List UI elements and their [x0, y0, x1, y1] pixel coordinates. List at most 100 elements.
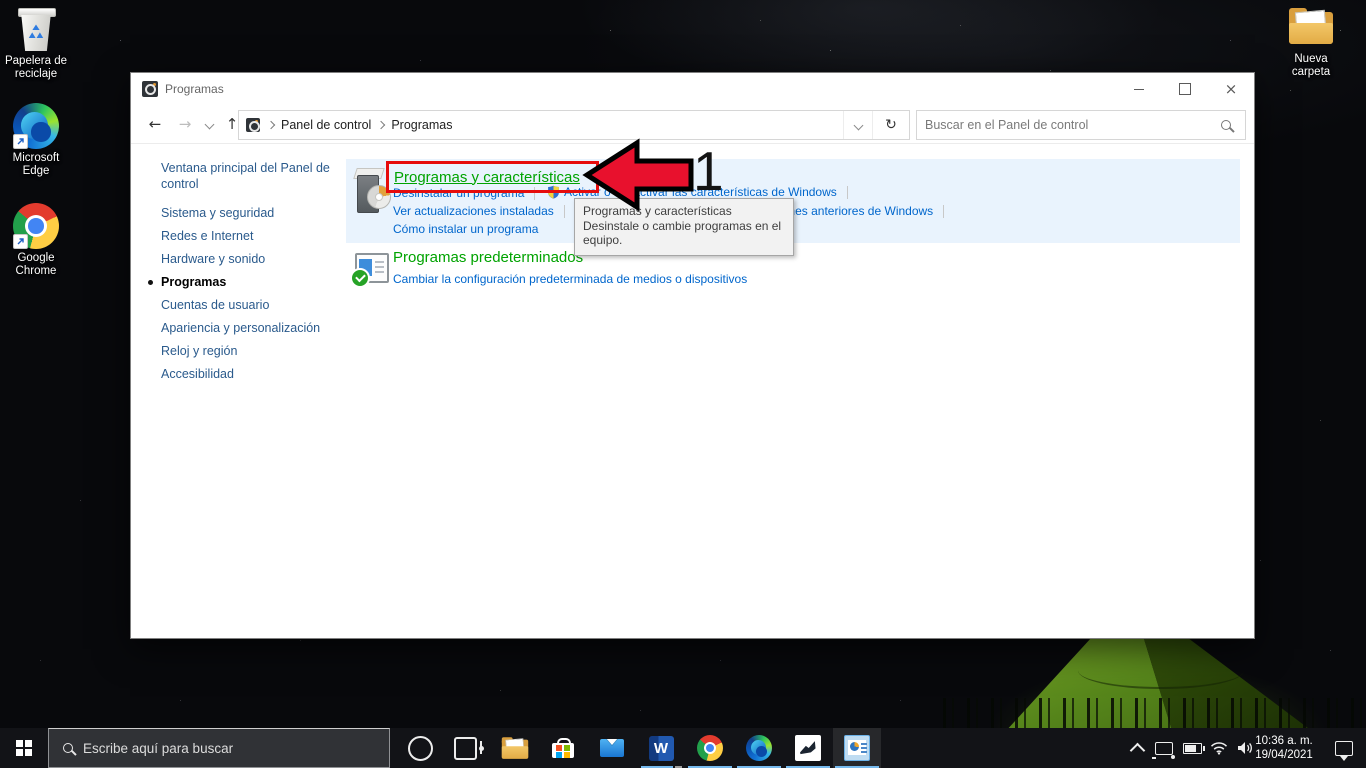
- minimize-icon: [1134, 88, 1144, 90]
- control-panel-search-input[interactable]: [917, 118, 1221, 132]
- back-button[interactable]: ←: [141, 110, 169, 138]
- file-explorer-icon: [501, 736, 529, 760]
- desktop-icon-label: Papelera de reciclaje: [4, 55, 68, 80]
- window-title: Programas: [165, 82, 224, 96]
- taskbar-icon-file-explorer[interactable]: [491, 728, 539, 768]
- tray-expand-button[interactable]: [1124, 728, 1150, 768]
- folder-icon: [1288, 6, 1334, 50]
- search-icon: [1221, 120, 1231, 130]
- clock-time: 10:36 a. m.: [1255, 735, 1313, 747]
- search-icon: [63, 743, 73, 753]
- annotation-arrow: [582, 138, 694, 211]
- cortana-button[interactable]: [398, 728, 442, 768]
- wifi-icon: [1210, 742, 1228, 755]
- start-button[interactable]: [0, 728, 48, 768]
- sidebar-item-home[interactable]: Ventana principal del Panel de control: [161, 161, 343, 192]
- clock-date: 19/04/2021: [1255, 749, 1313, 761]
- desktop-icon-microsoft-edge[interactable]: Microsoft Edge: [0, 103, 72, 178]
- sidebar-item-programas[interactable]: Programas: [147, 275, 226, 289]
- breadcrumb-panel-de-control[interactable]: Panel de control: [274, 118, 378, 132]
- address-bar[interactable]: Panel de control Programas ↻: [238, 110, 910, 140]
- tray-connect[interactable]: [1150, 728, 1178, 768]
- desktop: Papelera de reciclaje Microsoft Edge Goo…: [0, 0, 1366, 768]
- tooltip-body: Desinstale o cambie programas en el equi…: [583, 218, 782, 248]
- title-bar[interactable]: Programas ×: [131, 73, 1254, 105]
- close-button[interactable]: ×: [1208, 73, 1254, 105]
- task-link-row: Cómo instalar un programa: [393, 222, 538, 236]
- breadcrumb-programas[interactable]: Programas: [384, 118, 459, 132]
- taskbar-search-input[interactable]: [73, 740, 389, 756]
- sidebar-item-reloj-y-region[interactable]: Reloj y región: [161, 344, 237, 358]
- tray-network[interactable]: [1206, 728, 1232, 768]
- annotation-step-number: 1: [693, 140, 724, 202]
- address-location-icon: [246, 118, 260, 132]
- sidebar-item-accesibilidad[interactable]: Accesibilidad: [161, 367, 234, 381]
- cortana-icon: [407, 735, 433, 761]
- chevron-up-icon: [1129, 742, 1145, 758]
- annotation-red-box: Programas y características: [386, 161, 599, 193]
- taskbar: W: [0, 728, 1366, 768]
- sidebar-item-apariencia-y-personalizacion[interactable]: Apariencia y personalización: [161, 321, 320, 335]
- edge-icon: [746, 735, 772, 761]
- recycle-arrows-icon: [28, 24, 44, 38]
- close-icon: ×: [1224, 79, 1238, 98]
- maximize-icon: [1179, 83, 1191, 95]
- battery-icon: [1182, 742, 1205, 754]
- taskbar-icon-app[interactable]: [784, 728, 832, 768]
- link-separator: [563, 204, 565, 218]
- desktop-icon-nueva-carpeta[interactable]: Nueva carpeta: [1275, 6, 1347, 79]
- recycle-bin-icon: [13, 6, 59, 52]
- programas-predeterminados-link[interactable]: Programas predeterminados: [393, 249, 583, 266]
- programs-and-features-link[interactable]: Programas y características: [394, 169, 580, 186]
- como-instalar-un-programa-link[interactable]: Cómo instalar un programa: [393, 222, 538, 236]
- shortcut-arrow-icon: [13, 134, 28, 149]
- action-center-icon: [1335, 740, 1353, 761]
- white-app-icon: [795, 735, 821, 761]
- default-programs-icon[interactable]: [350, 253, 389, 288]
- control-panel-app-icon: [844, 735, 870, 761]
- ver-actualizaciones-instaladas-link[interactable]: Ver actualizaciones instaladas: [393, 204, 554, 218]
- cambiar-configuracion-predeterminada-link[interactable]: Cambiar la configuración predeterminada …: [393, 272, 747, 286]
- tent-seam: [1078, 652, 1244, 690]
- action-center-button[interactable]: [1322, 728, 1366, 768]
- task-link-row: Ver actualizaciones instaladas: [393, 204, 565, 218]
- clock[interactable]: 10:36 a. m. 19/04/2021: [1252, 728, 1316, 768]
- taskbar-icon-chrome[interactable]: [686, 728, 734, 768]
- task-view-button[interactable]: [442, 728, 488, 768]
- windows-logo-icon: [16, 740, 32, 756]
- taskbar-icon-control-panel[interactable]: [833, 728, 881, 768]
- address-dropdown-button[interactable]: [843, 111, 872, 139]
- desktop-icon-label: Microsoft Edge: [12, 152, 60, 177]
- task-view-icon: [453, 736, 484, 760]
- sidebar-item-sistema-y-seguridad[interactable]: Sistema y seguridad: [161, 206, 274, 220]
- chrome-icon: [697, 735, 723, 761]
- forward-button[interactable]: →: [171, 110, 199, 138]
- taskbar-icon-edge[interactable]: [735, 728, 783, 768]
- recent-locations-button[interactable]: [199, 110, 219, 138]
- taskbar-icon-microsoft-store[interactable]: [539, 728, 587, 768]
- word-icon: W: [648, 735, 674, 761]
- desktop-icon-label: Nueva carpeta: [1291, 53, 1331, 78]
- sidebar-item-cuentas-de-usuario[interactable]: Cuentas de usuario: [161, 298, 269, 312]
- refresh-button[interactable]: ↻: [872, 111, 909, 139]
- control-panel-icon: [142, 81, 158, 97]
- taskbar-search-box[interactable]: [48, 728, 390, 768]
- mail-icon: [600, 739, 624, 757]
- taskbar-icon-word[interactable]: W: [637, 728, 685, 768]
- desktop-icon-recycle-bin[interactable]: Papelera de reciclaje: [0, 6, 72, 81]
- control-panel-window: Programas × ← → ↑ Panel de control Progr…: [130, 72, 1255, 639]
- sidebar-item-redes-e-internet[interactable]: Redes e Internet: [161, 229, 253, 243]
- microsoft-store-icon: [552, 738, 574, 758]
- taskbar-icon-mail[interactable]: [588, 728, 636, 768]
- chrome-icon: [13, 203, 59, 249]
- starfield: [0, 0, 1, 1]
- maximize-button[interactable]: [1162, 73, 1208, 105]
- minimize-button[interactable]: [1116, 73, 1162, 105]
- tray-battery[interactable]: [1178, 728, 1206, 768]
- desktop-icon-label: Google Chrome: [15, 252, 57, 277]
- control-panel-search-box[interactable]: [916, 110, 1246, 140]
- desktop-icon-google-chrome[interactable]: Google Chrome: [0, 203, 72, 278]
- connect-device-icon: [1152, 741, 1175, 759]
- link-separator: [846, 185, 848, 199]
- sidebar-item-hardware-y-sonido[interactable]: Hardware y sonido: [161, 252, 265, 266]
